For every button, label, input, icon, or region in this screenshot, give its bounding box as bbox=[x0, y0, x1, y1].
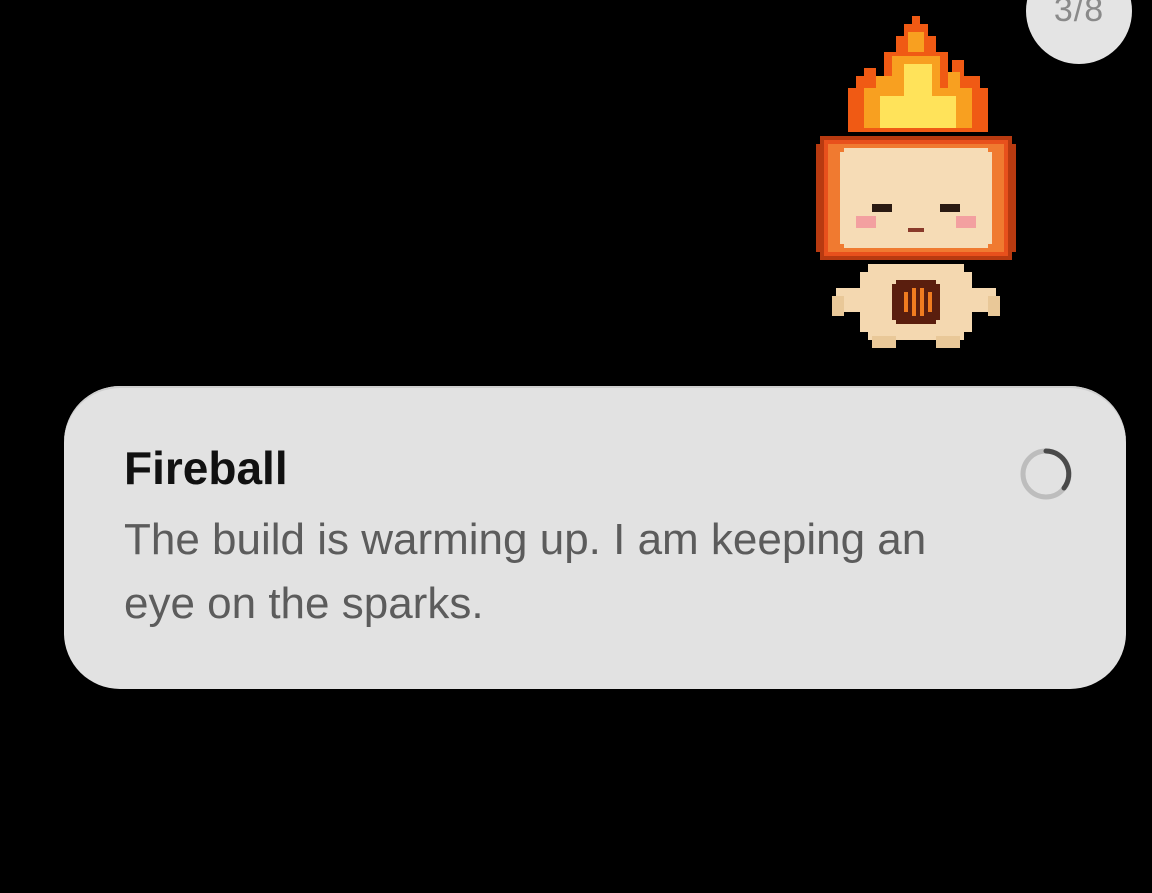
notification-card[interactable]: Fireball The build is warming up. I am k… bbox=[64, 386, 1126, 689]
fireball-mascot-icon bbox=[808, 12, 1024, 352]
screen: 3/8 Fireball The build is warming up. I … bbox=[0, 0, 1152, 893]
page-counter-label: 3/8 bbox=[1053, 0, 1105, 29]
notification-title: Fireball bbox=[124, 442, 288, 494]
notification-message: The build is warming up. I am keeping an… bbox=[124, 515, 927, 628]
page-counter[interactable]: 3/8 bbox=[1026, 0, 1132, 64]
flame-icon bbox=[848, 16, 988, 132]
loading-spinner-icon bbox=[1018, 446, 1074, 502]
